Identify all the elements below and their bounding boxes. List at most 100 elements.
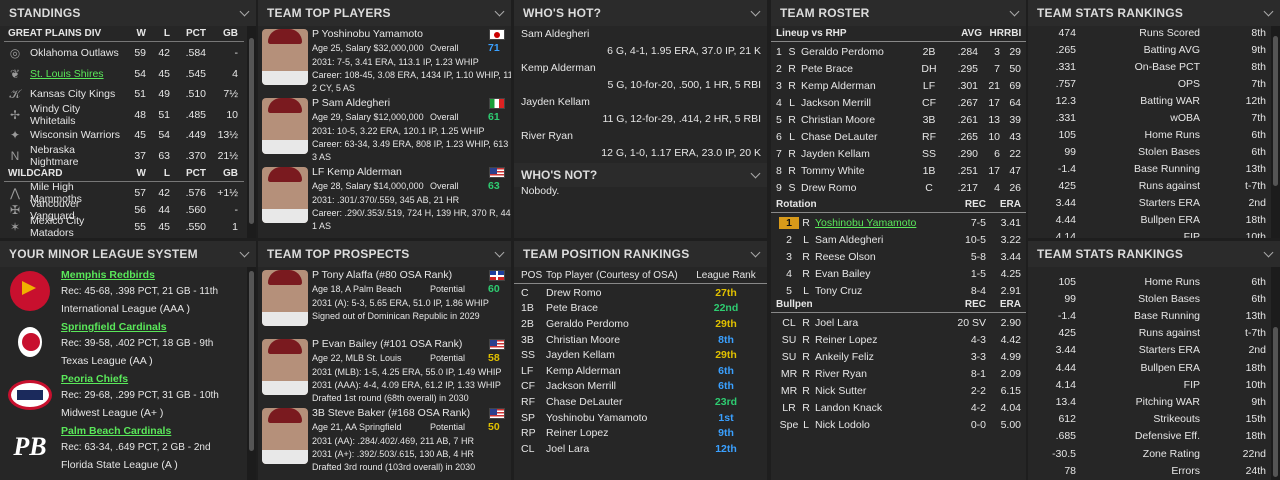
hot-entry[interactable]: River Ryan 12 G, 1-0, 1.17 ERA, 23.0 IP, …	[521, 128, 761, 162]
chevron-down-icon[interactable]	[494, 6, 505, 16]
standings-row[interactable]: ❦ St. Louis Shires 54 45 .545 4	[4, 64, 244, 84]
player-card[interactable]: P Sam Aldegheri Age 29, Salary $12,000,00…	[258, 95, 511, 163]
pitcher-name[interactable]: Evan Bailey	[813, 268, 946, 280]
standings-row[interactable]: ✢ Windy City Whitetails 48 51 .485 10	[4, 103, 244, 127]
stat-rank-row[interactable]: .331 On-Base PCT 8th	[1028, 58, 1270, 75]
stat-rank-row[interactable]: -1.4 Base Running 13th	[1028, 307, 1270, 324]
stat-rank-row[interactable]: 4.44 Bullpen ERA 18th	[1028, 211, 1270, 228]
player-name[interactable]: LF Kemp Alderman	[312, 166, 402, 178]
stat-rank-row[interactable]: 3.44 Starters ERA 2nd	[1028, 194, 1270, 211]
stat-rank-row[interactable]: 425 Runs against t-7th	[1028, 325, 1270, 342]
minor-team-card[interactable]: Peoria Chiefs Rec: 29-68, .299 PCT, 31 GB…	[0, 371, 246, 423]
bullpen-row[interactable]: LR R Landon Knack 4-2 4.04	[771, 399, 1026, 416]
pitcher-name[interactable]: Tony Cruz	[813, 285, 946, 297]
pitcher-name[interactable]: Nick Lodolo	[813, 419, 946, 431]
player-name[interactable]: 3B Steve Baker (#168 OSA Rank)	[312, 407, 470, 419]
stat-rank-row[interactable]: 99 Stolen Bases 6th	[1028, 143, 1270, 160]
minor-team-card[interactable]: PB Palm Beach Cardinals Rec: 63-34, .649 P…	[0, 423, 246, 475]
pos-rank-row[interactable]: SS Jayden Kellam 29th	[514, 347, 767, 363]
pitcher-name[interactable]: Reiner Lopez	[813, 334, 946, 346]
pos-rank-row[interactable]: CF Jackson Merrill 6th	[514, 379, 767, 395]
stat-rank-row[interactable]: .265 Batting AVG 9th	[1028, 41, 1270, 58]
prospect-card[interactable]: P Tony Alaffa (#80 OSA Rank) Age 18, A Pa…	[258, 267, 511, 335]
player-name[interactable]: Pete Brace	[799, 63, 918, 75]
hot-entry[interactable]: Kemp Alderman 5 G, 10-for-20, .500, 1 HR,…	[521, 60, 761, 94]
hot-entry[interactable]: Jayden Kellam 11 G, 12-for-29, .414, 2 HR…	[521, 94, 761, 128]
bullpen-row[interactable]: SU R Ankeily Feliz 3-3 4.99	[771, 348, 1026, 365]
pitcher-name[interactable]: River Ryan	[813, 368, 946, 380]
chevron-down-icon[interactable]	[750, 6, 761, 16]
player-name[interactable]: P Tony Alaffa (#80 OSA Rank)	[312, 269, 452, 281]
minor-team-name[interactable]: Memphis Redbirds	[61, 269, 155, 281]
scrollbar-thumb[interactable]	[1273, 327, 1278, 477]
pitcher-name[interactable]: Nick Sutter	[813, 385, 946, 397]
player-name[interactable]: P Sam Aldegheri	[312, 97, 390, 109]
stat-rank-row[interactable]: 612 Strikeouts 15th	[1028, 411, 1270, 428]
prospect-card[interactable]: 3B Steve Baker (#168 OSA Rank) Age 21, AA…	[258, 405, 511, 473]
pos-rank-row[interactable]: 2B Geraldo Perdomo 29th	[514, 316, 767, 332]
stat-rank-row[interactable]: 99 Stolen Bases 6th	[1028, 290, 1270, 307]
player-name[interactable]: Jayden Kellam	[799, 148, 918, 160]
stat-rank-row[interactable]: 105 Home Runs 6th	[1028, 273, 1270, 290]
chevron-down-icon[interactable]	[1009, 6, 1020, 16]
player-name[interactable]: P Evan Bailey (#101 OSA Rank)	[312, 338, 462, 350]
player-name[interactable]: Drew Romo	[799, 182, 918, 194]
team-name[interactable]: St. Louis Shires	[26, 68, 122, 80]
pitcher-name[interactable]: Landon Knack	[813, 402, 946, 414]
chevron-down-icon[interactable]	[750, 168, 761, 178]
player-name[interactable]: Jackson Merrill	[799, 97, 918, 109]
pitcher-name[interactable]: Ankeily Feliz	[813, 351, 946, 363]
chevron-down-icon[interactable]	[239, 6, 250, 16]
roster-lineup-row[interactable]: 3 R Kemp Alderman LF .301 21 69	[771, 77, 1026, 94]
standings-row[interactable]: ✶ Mexico City Matadors 55 45 .550 1	[4, 215, 244, 238]
team-name[interactable]: Windy City Whitetails	[26, 103, 122, 127]
pitcher-name[interactable]: Joel Lara	[813, 317, 946, 329]
stat-rank-row[interactable]: .331 wOBA 7th	[1028, 109, 1270, 126]
stat-rank-row[interactable]: 474 Runs Scored 8th	[1028, 26, 1270, 41]
player-name[interactable]: Tommy White	[799, 165, 918, 177]
pos-rank-row[interactable]: LF Kemp Alderman 6th	[514, 363, 767, 379]
bullpen-row[interactable]: Spe L Nick Lodolo 0-0 5.00	[771, 416, 1026, 433]
minor-team-name[interactable]: Springfield Cardinals	[61, 321, 167, 333]
standings-row[interactable]: 𝒦 Kansas City Kings 51 49 .510 7½	[4, 84, 244, 104]
team-name[interactable]: Wisconsin Warriors	[26, 129, 122, 141]
scrollbar-thumb[interactable]	[1273, 36, 1278, 186]
pitcher-name[interactable]: Sam Aldegheri	[813, 234, 946, 246]
roster-lineup-row[interactable]: 8 R Tommy White 1B .251 17 47	[771, 162, 1026, 179]
minor-team-name[interactable]: Peoria Chiefs	[61, 373, 128, 385]
roster-lineup-row[interactable]: 7 R Jayden Kellam SS .290 6 22	[771, 145, 1026, 162]
stat-rank-row[interactable]: 3.44 Starters ERA 2nd	[1028, 342, 1270, 359]
stat-rank-row[interactable]: 78 Errors 24th	[1028, 462, 1270, 479]
minor-team-card[interactable]: Springfield Cardinals Rec: 39-58, .402 PC…	[0, 319, 246, 371]
stat-rank-row[interactable]: .757 OPS 7th	[1028, 75, 1270, 92]
roster-lineup-row[interactable]: 1 S Geraldo Perdomo 2B .284 3 29	[771, 43, 1026, 60]
bullpen-row[interactable]: CL R Joel Lara 20 SV 2.90	[771, 314, 1026, 331]
rotation-row[interactable]: 2 L Sam Aldegheri 10-5 3.22	[771, 231, 1026, 248]
minor-team-card[interactable]: Memphis Redbirds Rec: 45-68, .398 PCT, 21…	[0, 267, 246, 319]
standings-scrollbar[interactable]	[247, 26, 256, 238]
stat-rank-row[interactable]: -1.4 Base Running 13th	[1028, 160, 1270, 177]
rotation-row[interactable]: 3 R Reese Olson 5-8 3.44	[771, 248, 1026, 265]
stat-rank-row[interactable]: 4.14 FIP 10th	[1028, 228, 1270, 239]
stat-rank-row[interactable]: 425 Runs against t-7th	[1028, 177, 1270, 194]
player-card[interactable]: LF Kemp Alderman Age 28, Salary $14,000,0…	[258, 164, 511, 232]
chevron-down-icon[interactable]	[494, 247, 505, 257]
player-name[interactable]: Geraldo Perdomo	[799, 46, 918, 58]
scrollbar-thumb[interactable]	[249, 271, 254, 451]
player-card[interactable]: P Yoshinobu Yamamoto Age 25, Salary $32,0…	[258, 26, 511, 94]
pos-rank-row[interactable]: RF Chase DeLauter 23rd	[514, 394, 767, 410]
chevron-down-icon[interactable]	[1263, 6, 1274, 16]
minors-scrollbar[interactable]	[247, 267, 256, 480]
chevron-down-icon[interactable]	[750, 247, 761, 257]
player-name[interactable]: Chase DeLauter	[799, 131, 918, 143]
scrollbar-thumb[interactable]	[249, 38, 254, 224]
stat-rank-row[interactable]: 4.14 FIP 10th	[1028, 376, 1270, 393]
team-name[interactable]: Nebraska Nightmare	[26, 144, 122, 168]
bullpen-row[interactable]: SU R Reiner Lopez 4-3 4.42	[771, 331, 1026, 348]
chevron-down-icon[interactable]	[239, 247, 250, 257]
player-name[interactable]: Kemp Alderman	[799, 80, 918, 92]
roster-lineup-row[interactable]: 6 L Chase DeLauter RF .265 10 43	[771, 128, 1026, 145]
team-name[interactable]: Kansas City Kings	[26, 88, 122, 100]
stat-rank-row[interactable]: 4.44 Bullpen ERA 18th	[1028, 359, 1270, 376]
stat-rank-row[interactable]: -30.5 Zone Rating 22nd	[1028, 445, 1270, 462]
